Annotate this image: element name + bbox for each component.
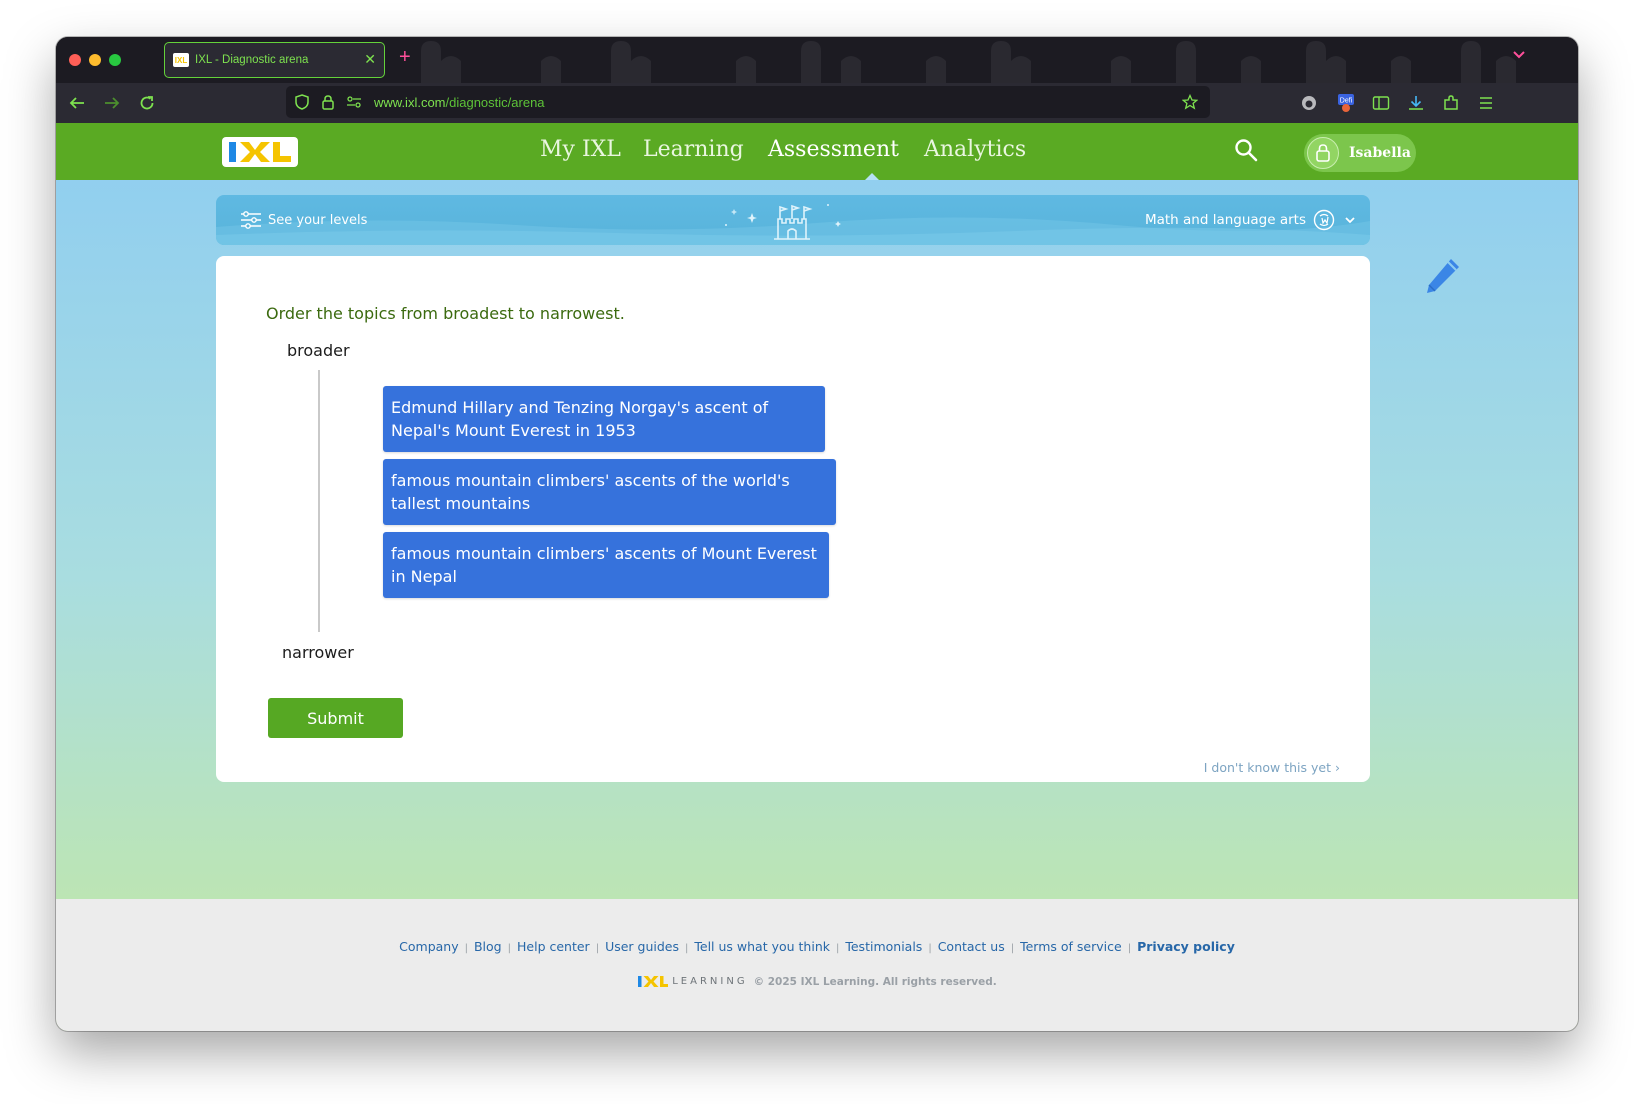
footer-separator: | (1127, 943, 1132, 954)
diagnostic-levels-bar: See your levels Math and language arts (216, 195, 1370, 245)
footer-separator: | (464, 943, 468, 954)
extensions-puzzle-icon[interactable] (1441, 93, 1461, 113)
menu-hamburger-icon[interactable] (1476, 93, 1496, 113)
tab-close-icon[interactable]: ✕ (364, 52, 376, 68)
footer-link-contact-us[interactable]: Contact us (938, 939, 1005, 954)
chevron-right-icon: › (1335, 760, 1340, 775)
zoom-window-button[interactable] (109, 54, 121, 66)
nav-assessment[interactable]: Assessment (768, 137, 899, 162)
footer-brand-word: LEARNING (672, 976, 748, 987)
footer-links: Company | Blog | Help center | User guides | Tel… (56, 939, 1578, 954)
browser-toolbar: www.ixl.com/diagnostic/arena Defi (56, 83, 1578, 123)
user-avatar-icon (1307, 137, 1339, 169)
url-host: www.ixl.com (374, 95, 446, 110)
pencil-icon[interactable] (1421, 255, 1463, 297)
search-icon[interactable] (1233, 137, 1259, 163)
lock-icon[interactable] (320, 94, 336, 110)
back-arrow-icon[interactable] (66, 92, 88, 114)
dont-know-link[interactable]: I don't know this yet › (1204, 760, 1340, 775)
minimize-window-button[interactable] (89, 54, 101, 66)
footer-link-terms[interactable]: Terms of service (1020, 939, 1122, 954)
user-name: Isabella (1349, 145, 1411, 161)
forward-arrow-icon[interactable] (101, 92, 123, 114)
browser-window: IXL IXL - Diagnostic arena ✕ + www.ixl.c… (56, 37, 1578, 1031)
tab-list-chevron-icon[interactable] (1512, 48, 1526, 64)
question-prompt: Order the topics from broadest to narrow… (266, 304, 625, 323)
ixl-logo[interactable] (222, 137, 298, 167)
new-tab-button[interactable]: + (399, 46, 411, 69)
subject-selector[interactable]: Math and language arts (1145, 209, 1356, 231)
subjects-swap-icon (1313, 209, 1335, 231)
copyright-text: © 2025 IXL Learning. All rights reserved… (753, 975, 997, 988)
see-your-levels-label: See your levels (268, 212, 368, 228)
privacy-badger-icon[interactable] (1299, 93, 1319, 113)
site-permissions-icon[interactable] (346, 94, 362, 110)
footer-link-testimonials[interactable]: Testimonials (845, 939, 922, 954)
svg-text:Defi: Defi (1340, 98, 1353, 105)
address-bar[interactable]: www.ixl.com/diagnostic/arena (286, 86, 1210, 118)
ixl-favicon-icon: IXL (173, 53, 189, 67)
sortable-tile[interactable]: Edmund Hillary and Tenzing Norgay's asce… (383, 386, 825, 452)
submit-button[interactable]: Submit (268, 698, 403, 738)
nav-learning[interactable]: Learning (643, 137, 744, 162)
dont-know-label: I don't know this yet (1203, 760, 1332, 775)
narrower-label: narrower (282, 643, 354, 662)
close-window-button[interactable] (69, 54, 81, 66)
footer-copyright: LEARNING © 2025 IXL Learning. All rights… (56, 975, 1578, 988)
footer-separator: | (685, 943, 689, 954)
reader-view-icon[interactable] (1371, 93, 1391, 113)
broader-label: broader (287, 341, 350, 360)
active-nav-caret (865, 173, 879, 180)
footer-separator: | (507, 943, 511, 954)
nav-analytics[interactable]: Analytics (924, 137, 1026, 162)
see-your-levels-button[interactable]: See your levels (240, 210, 367, 230)
footer-link-help-center[interactable]: Help center (517, 939, 590, 954)
shield-icon[interactable] (294, 94, 310, 110)
download-icon[interactable] (1406, 93, 1426, 113)
order-axis-line (318, 370, 320, 632)
subject-label: Math and language arts (1144, 212, 1306, 228)
bookmark-star-icon[interactable] (1182, 94, 1198, 110)
footer-link-company[interactable]: Company (399, 939, 458, 954)
ixl-header: My IXL Learning Assessment Analytics Isa… (56, 123, 1578, 180)
footer-separator: | (835, 943, 840, 954)
reload-icon[interactable] (136, 92, 158, 114)
page-viewport: My IXL Learning Assessment Analytics Isa… (56, 123, 1578, 1031)
footer-separator: | (928, 943, 932, 954)
extension-defi-icon[interactable]: Defi (1336, 93, 1356, 113)
footer-separator: | (595, 943, 600, 954)
tab-title: IXL - Diagnostic arena (195, 54, 309, 66)
footer: Company | Blog | Help center | User guides | Tel… (56, 899, 1578, 1031)
footer-link-user-guides[interactable]: User guides (605, 939, 679, 954)
footer-link-feedback[interactable]: Tell us what you think (694, 939, 830, 954)
sortable-tile[interactable]: famous mountain climbers' ascents of the… (383, 459, 836, 525)
url-path: /diagnostic/arena (445, 95, 545, 110)
question-card: Order the topics from broadest to narrow… (216, 256, 1370, 782)
sliders-icon (241, 211, 261, 229)
nav-my-ixl[interactable]: My IXL (540, 137, 621, 162)
footer-link-blog[interactable]: Blog (474, 939, 502, 954)
ixl-learning-logo-icon (638, 976, 669, 987)
sortable-tile[interactable]: famous mountain climbers' ascents of Mou… (383, 532, 829, 598)
url-text: www.ixl.com/diagnostic/arena (374, 95, 545, 110)
footer-link-privacy-policy[interactable]: Privacy policy (1137, 939, 1235, 954)
footer-separator: | (1010, 943, 1015, 954)
ixl-logo-icon (229, 142, 291, 162)
tab-ixl-diagnostic[interactable]: IXL IXL - Diagnostic arena ✕ (164, 42, 385, 78)
user-menu-button[interactable]: Isabella (1304, 134, 1416, 172)
arena-castle-icon (725, 204, 841, 240)
chevron-down-icon (1345, 217, 1355, 224)
tab-bar: IXL IXL - Diagnostic arena ✕ + (56, 37, 1578, 83)
